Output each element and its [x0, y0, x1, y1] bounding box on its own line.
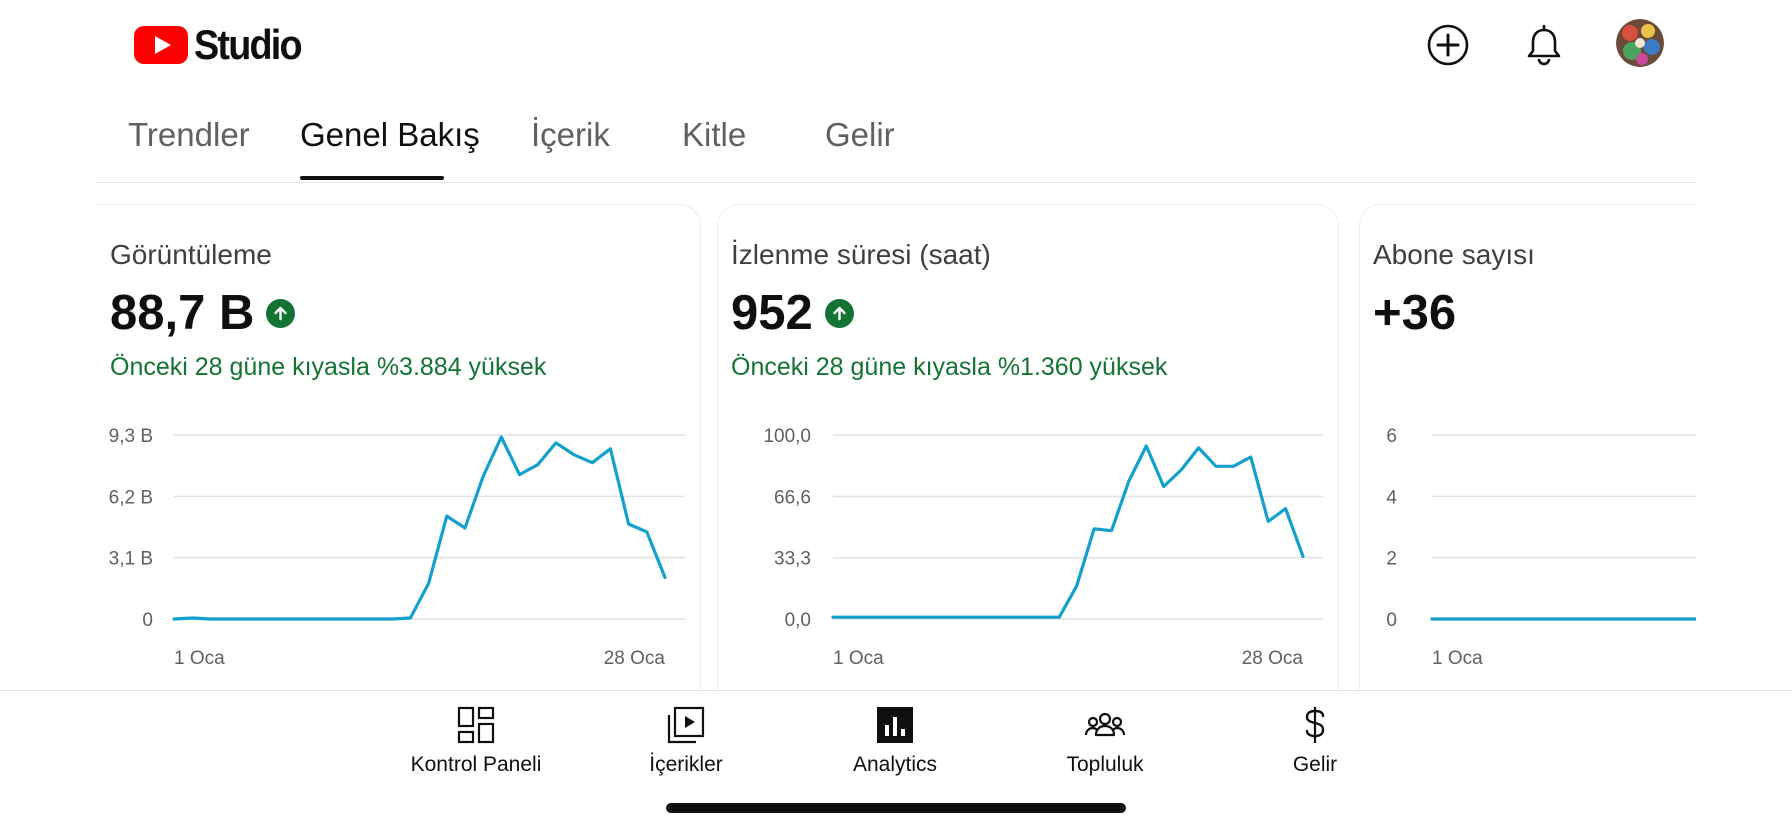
- community-icon: [1084, 712, 1126, 737]
- nav-label: Gelir: [1292, 753, 1338, 776]
- avatar[interactable]: [1616, 19, 1664, 67]
- youtube-logo-icon: [134, 26, 188, 64]
- y-tick-label: 100,0: [763, 426, 811, 447]
- card-views[interactable]: Görüntüleme 88,7 B Önceki 28 güne kıyasl…: [96, 204, 701, 690]
- metric-cards: Görüntüleme 88,7 B Önceki 28 güne kıyasl…: [96, 204, 1696, 690]
- x-tick-label: 1 Oca: [833, 648, 884, 669]
- create-icon[interactable]: [1425, 22, 1471, 68]
- content-icon: [667, 706, 705, 744]
- nav-analytics[interactable]: Analytics: [805, 705, 985, 777]
- bottom-navigation: Kontrol Paneli İçerikler Analytics Toplu…: [0, 690, 1792, 829]
- y-tick-label: 3,1 B: [109, 549, 153, 570]
- tab-icerik[interactable]: İçerik: [531, 116, 610, 154]
- y-tick-label: 2: [1386, 549, 1397, 570]
- x-tick-label: 28 Oca: [1242, 648, 1304, 669]
- notifications-bell-icon[interactable]: [1521, 22, 1567, 68]
- nav-label: Topluluk: [1066, 753, 1144, 776]
- x-tick-label: 28 Oca: [604, 648, 666, 669]
- nav-label: Analytics: [852, 753, 938, 776]
- nav-topluluk[interactable]: Topluluk: [1015, 705, 1195, 777]
- home-indicator: [666, 803, 1126, 813]
- tab-kitle[interactable]: Kitle: [682, 116, 746, 154]
- nav-icerikler[interactable]: İçerikler: [596, 705, 776, 777]
- x-tick-label: 1 Oca: [174, 648, 225, 669]
- y-tick-label: 4: [1386, 487, 1397, 508]
- analytics-icon: [877, 707, 913, 743]
- tab-gelir[interactable]: Gelir: [825, 116, 895, 154]
- analytics-tabs: Trendler Genel Bakış İçerik Kitle Gelir: [96, 104, 1696, 183]
- card-watch-time[interactable]: İzlenme süresi (saat) 952 Önceki 28 güne…: [717, 204, 1339, 690]
- card-subscribers[interactable]: Abone sayısı +36 02461 Oca: [1359, 204, 1696, 690]
- y-tick-label: 6: [1386, 426, 1397, 447]
- earn-icon: [1305, 707, 1325, 743]
- chart-watch-time[interactable]: 0,0 33,3 66,6 100,0 1 Oca 28 Oca: [718, 205, 1338, 690]
- series-line: [1430, 617, 1696, 621]
- nav-label: Kontrol Paneli: [410, 753, 542, 776]
- chart-subscribers[interactable]: 0 2 4 6 1 Oca: [1360, 205, 1696, 690]
- tab-genel-bakis[interactable]: Genel Bakış: [300, 116, 480, 154]
- y-tick-label: 0: [1386, 610, 1397, 631]
- x-tick-label: 1 Oca: [1432, 648, 1483, 669]
- y-tick-label: 6,2 B: [109, 487, 153, 508]
- y-tick-label: 33,3: [774, 549, 811, 570]
- youtube-studio-logo[interactable]: Studio: [134, 21, 313, 68]
- chart-views[interactable]: 0 3,1 B 6,2 B 9,3 B 1 Oca 28 Oca: [97, 205, 700, 690]
- nav-gelir[interactable]: Gelir: [1225, 705, 1405, 777]
- series-line: [831, 444, 1305, 619]
- y-tick-label: 0: [142, 610, 153, 631]
- nav-kontrol-paneli[interactable]: Kontrol Paneli: [386, 705, 566, 777]
- tab-trendler[interactable]: Trendler: [128, 116, 250, 154]
- logo-text: Studio: [194, 21, 303, 68]
- y-tick-label: 9,3 B: [109, 426, 153, 447]
- y-tick-label: 66,6: [774, 487, 811, 508]
- nav-label: İçerikler: [649, 753, 723, 776]
- series-line: [172, 435, 667, 621]
- dashboard-icon: [457, 706, 495, 744]
- y-tick-label: 0,0: [785, 610, 811, 631]
- active-tab-indicator: [300, 176, 444, 180]
